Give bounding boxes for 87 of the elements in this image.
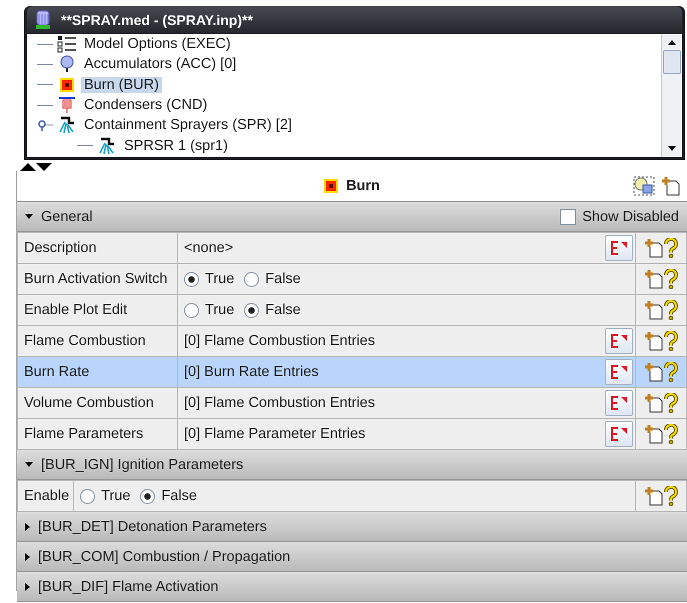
new-document-icon[interactable] (644, 486, 664, 506)
property-value: [0] Flame Combustion Entries (184, 333, 376, 349)
scrollbar[interactable] (661, 34, 682, 157)
radio-button[interactable] (184, 272, 199, 286)
spray-app-icon (35, 10, 51, 30)
section-header[interactable]: General Show Disabled (17, 202, 687, 232)
new-document-icon[interactable] (644, 424, 664, 444)
list-icon (57, 35, 77, 54)
flame-square-icon (57, 76, 77, 94)
property-value: [0] Burn Rate Entries (184, 364, 320, 380)
tree-item[interactable]: Containment Sprayers (SPR) [2] (81, 117, 295, 134)
section-title: General (41, 208, 94, 224)
sprayer-icon (57, 116, 77, 134)
condenser-icon (57, 96, 77, 114)
help-icon[interactable] (664, 362, 678, 382)
flame-square-icon (324, 179, 338, 193)
help-icon[interactable] (664, 393, 678, 413)
expand-triangle-icon[interactable] (25, 552, 30, 560)
section-header[interactable]: [BUR_DET] Detonation Parameters (17, 512, 687, 542)
help-icon[interactable] (664, 331, 678, 351)
edit-button[interactable] (605, 359, 633, 385)
edit-button[interactable] (605, 328, 633, 354)
new-document-icon[interactable] (644, 269, 664, 289)
checkbox[interactable] (560, 208, 576, 224)
radio-label: True (205, 271, 234, 287)
property-label: Volume Combustion (18, 388, 178, 418)
section-header[interactable]: [BUR_IGN] Ignition Parameters (17, 450, 687, 480)
tree-handle-icon[interactable] (37, 119, 53, 132)
new-document-icon[interactable] (644, 300, 664, 320)
new-document-icon[interactable] (661, 176, 681, 196)
edit-button[interactable] (605, 390, 633, 416)
letter-e-icon (609, 395, 629, 411)
new-document-icon[interactable] (644, 393, 664, 413)
letter-e-icon (609, 364, 629, 380)
tree-item[interactable]: SPRSR 1 (spr1) (121, 138, 231, 154)
radio-button[interactable] (244, 302, 260, 318)
property-label: Description (18, 232, 178, 264)
property-label: Burn Rate (18, 356, 178, 388)
letter-e-icon (609, 333, 629, 349)
radio-button[interactable] (184, 302, 199, 318)
property-value: [0] Flame Combustion Entries (184, 395, 376, 411)
expand-triangle-icon[interactable] (25, 582, 30, 590)
property-value: <none> (184, 240, 234, 256)
splitter-arrows-icon[interactable] (18, 163, 54, 171)
letter-e-icon (609, 426, 629, 442)
tree-item[interactable]: Burn (BUR) (81, 76, 162, 93)
checkbox-label: Show Disabled (582, 208, 679, 224)
sprayer-icon (97, 136, 117, 155)
radio-label: False (265, 271, 301, 287)
panel-title: Burn (346, 178, 380, 194)
section-title: [BUR_DET] Detonation Parameters (38, 518, 268, 534)
help-icon[interactable] (664, 486, 678, 506)
radio-label: False (265, 302, 301, 318)
tree-item[interactable]: Accumulators (ACC) [0] (81, 56, 240, 72)
new-document-icon[interactable] (644, 331, 664, 351)
window-title: **SPRAY.med - (SPRAY.inp)** (61, 12, 253, 28)
scroll-thumb[interactable] (663, 50, 681, 74)
expand-triangle-icon[interactable] (25, 522, 30, 530)
edit-button[interactable] (605, 235, 633, 261)
tree-item[interactable]: Model Options (EXEC) (81, 36, 234, 52)
radio-button[interactable] (244, 272, 260, 286)
property-label: Enable (18, 480, 74, 512)
help-icon[interactable] (664, 238, 678, 258)
help-icon[interactable] (664, 269, 678, 289)
edit-button[interactable] (605, 421, 633, 447)
property-label: Burn Activation Switch (18, 264, 178, 294)
new-document-icon[interactable] (644, 238, 664, 258)
radio-button[interactable] (140, 488, 156, 504)
section-header[interactable]: [BUR_DIF] Flame Activation (17, 572, 687, 602)
section-title: [BUR_COM] Combustion / Propagation (38, 548, 292, 564)
property-value: [0] Flame Parameter Entries (184, 426, 366, 442)
section-header[interactable]: [BUR_COM] Combustion / Propagation (17, 542, 687, 572)
radio-button[interactable] (80, 488, 96, 504)
radio-label: False (161, 488, 197, 504)
tree-item[interactable]: Condensers (CND) (81, 97, 210, 114)
help-icon[interactable] (664, 300, 678, 320)
expand-triangle-icon[interactable] (25, 214, 33, 219)
radio-label: True (205, 302, 234, 318)
section-title: [BUR_DIF] Flame Activation (38, 578, 220, 594)
select-icon[interactable] (633, 176, 655, 196)
radio-label: True (101, 488, 130, 504)
expand-triangle-icon[interactable] (25, 462, 33, 467)
section-title: [BUR_IGN] Ignition Parameters (41, 456, 244, 472)
property-label: Enable Plot Edit (18, 294, 178, 326)
letter-e-icon (609, 240, 629, 256)
help-icon[interactable] (664, 424, 678, 444)
new-document-icon[interactable] (644, 362, 664, 382)
